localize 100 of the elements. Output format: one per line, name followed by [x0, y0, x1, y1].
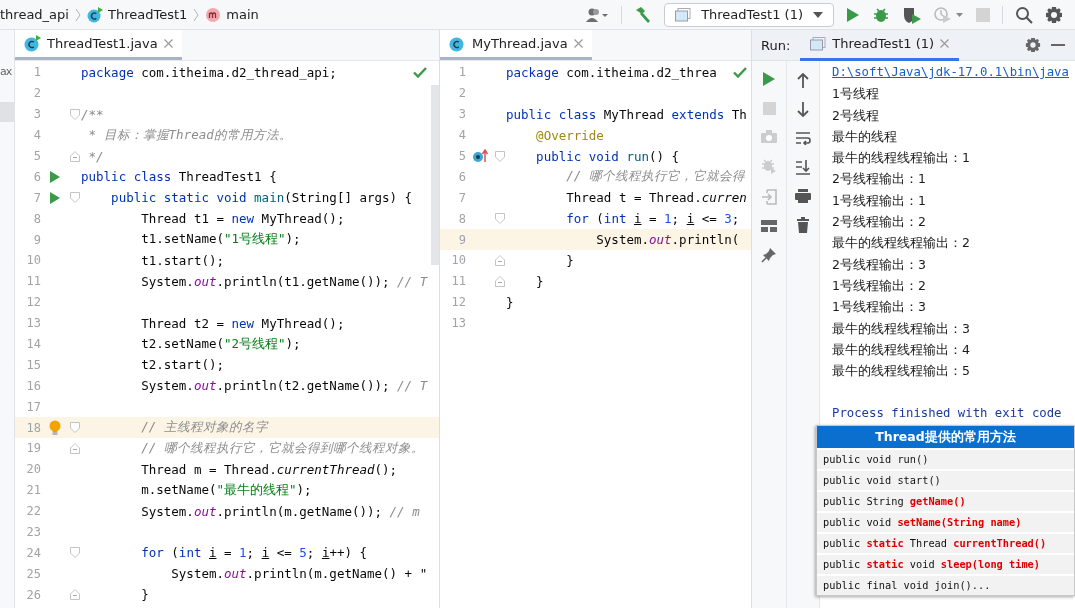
code-line: Thread m = Thread.currentThread(); [140, 461, 398, 477]
fold-icon[interactable] [495, 213, 505, 225]
code-line: t1.start(); [140, 252, 224, 268]
code-line: t2.setName("2号线程"); [140, 335, 301, 353]
shield-run-icon[interactable] [902, 5, 922, 24]
override-icon[interactable] [472, 149, 488, 163]
line-number: 13 [450, 316, 466, 331]
line-number: 11 [25, 274, 41, 289]
clock-run-icon[interactable] [934, 5, 964, 24]
line-number: 8 [32, 211, 41, 226]
close-icon[interactable] [940, 39, 950, 48]
file-tab[interactable]: MyThread.java [440, 30, 592, 60]
user-menu-icon[interactable] [585, 6, 610, 23]
code-line: // 主线程对象的名字 [140, 419, 268, 437]
console-output: 最牛的线程线程输出：3 [832, 319, 971, 338]
line-number: 25 [25, 566, 41, 581]
breadcrumb[interactable]: ThreadTest1 [86, 6, 188, 23]
fold-end-icon[interactable] [70, 442, 80, 454]
login-icon[interactable] [761, 189, 777, 205]
console-output: 1号线程输出：2 [832, 276, 927, 295]
code-line: for (int i = 1; i <= 3; [565, 211, 740, 227]
fold-end-icon[interactable] [70, 150, 80, 162]
code-line: t2.start(); [140, 357, 224, 373]
run-tab[interactable]: ThreadTest1 (1) [800, 29, 960, 61]
code-line: t1.setName("1号线程"); [140, 231, 301, 249]
hammer-icon[interactable] [634, 5, 653, 24]
settings-icon[interactable] [1045, 5, 1063, 24]
code-line: public class MyThread extends Th [506, 106, 747, 122]
run-icon[interactable] [846, 6, 860, 23]
line-number: 12 [450, 295, 466, 310]
table-row: public String getName() [817, 490, 1074, 511]
close-icon[interactable] [573, 39, 583, 48]
line-number: 2 [32, 86, 41, 101]
file-tab[interactable]: ThreadTest1.java [15, 30, 182, 60]
table-title: Thread提供的常用方法 [817, 426, 1074, 448]
line-number: 10 [25, 253, 41, 268]
line-number: 4 [457, 128, 466, 143]
line-number: 2 [457, 86, 466, 101]
scroll-to-end-icon[interactable] [795, 159, 811, 175]
breadcrumb[interactable]: thread_api [0, 7, 69, 22]
line-number: 23 [25, 525, 41, 540]
line-number: 21 [25, 483, 41, 498]
line-number: 10 [450, 253, 466, 268]
trash-icon[interactable] [797, 217, 809, 233]
line-number: 6 [32, 169, 41, 184]
chevron-icon [193, 7, 200, 22]
code-line: System.out.println(m.getName()); // m [140, 503, 420, 519]
console-output: 最牛的线程线程输出：1 [832, 149, 971, 168]
lightbulb-icon[interactable] [49, 419, 61, 436]
close-icon[interactable] [163, 39, 173, 48]
fold-end-icon[interactable] [495, 254, 505, 266]
line-number: 7 [457, 190, 466, 205]
runnable-class-icon [24, 35, 41, 52]
down-arrow-icon[interactable] [797, 102, 809, 117]
exit-message: Process finished with exit code [832, 404, 1063, 422]
table-row: public static Thread currentThread() [817, 532, 1074, 553]
code-line: * 目标：掌握Thread的常用方法。 [87, 126, 292, 144]
check-icon [733, 66, 747, 78]
code-line: /** [81, 106, 104, 122]
soft-wrap-icon[interactable] [795, 131, 811, 145]
line-number: 20 [25, 462, 41, 477]
breadcrumb[interactable]: main [205, 6, 259, 23]
line-number: 6 [457, 169, 466, 184]
line-number: 15 [25, 357, 41, 372]
line-number: 9 [457, 232, 466, 247]
console-output: 最牛的线程线程输出：2 [832, 234, 971, 253]
fold-icon[interactable] [70, 192, 80, 204]
code-line: public class ThreadTest1 { [81, 169, 277, 185]
fold-end-icon[interactable] [70, 589, 80, 601]
bug-icon[interactable] [761, 158, 777, 174]
run-configuration-dropdown[interactable]: ThreadTest1 (1) [664, 2, 834, 27]
search-icon[interactable] [1015, 5, 1033, 24]
layout-icon[interactable] [761, 220, 777, 232]
settings-icon[interactable] [1025, 37, 1041, 53]
line-number: 11 [450, 274, 466, 289]
line-number: 22 [25, 504, 41, 519]
bug-icon[interactable] [872, 5, 890, 24]
run-gutter-icon[interactable] [50, 191, 60, 204]
code-line: */ [87, 148, 104, 164]
pin-icon[interactable] [761, 247, 777, 263]
command-link[interactable]: D:\soft\Java\jdk-17.0.1\bin\java [832, 62, 1069, 84]
scrollbar[interactable] [431, 85, 439, 265]
up-arrow-icon[interactable] [797, 73, 809, 88]
print-icon[interactable] [795, 189, 811, 203]
code-line: public void run() { [535, 148, 680, 164]
table-row: public void start() [817, 469, 1074, 490]
fold-icon[interactable] [70, 547, 80, 559]
caret-icon [813, 11, 823, 18]
fold-icon[interactable] [70, 108, 80, 120]
fold-icon[interactable] [70, 422, 80, 434]
line-number: 3 [32, 107, 41, 122]
console-output: 2号线程输出：1 [832, 170, 927, 189]
fold-icon[interactable] [495, 150, 505, 162]
table-row: public final void join()... [817, 574, 1074, 595]
fold-end-icon[interactable] [495, 275, 505, 287]
code-line: } [535, 273, 544, 289]
table-row: public void setName(String name) [817, 511, 1074, 532]
rerun-icon[interactable] [762, 71, 776, 87]
camera-icon[interactable] [761, 130, 777, 143]
run-gutter-icon[interactable] [50, 170, 60, 183]
